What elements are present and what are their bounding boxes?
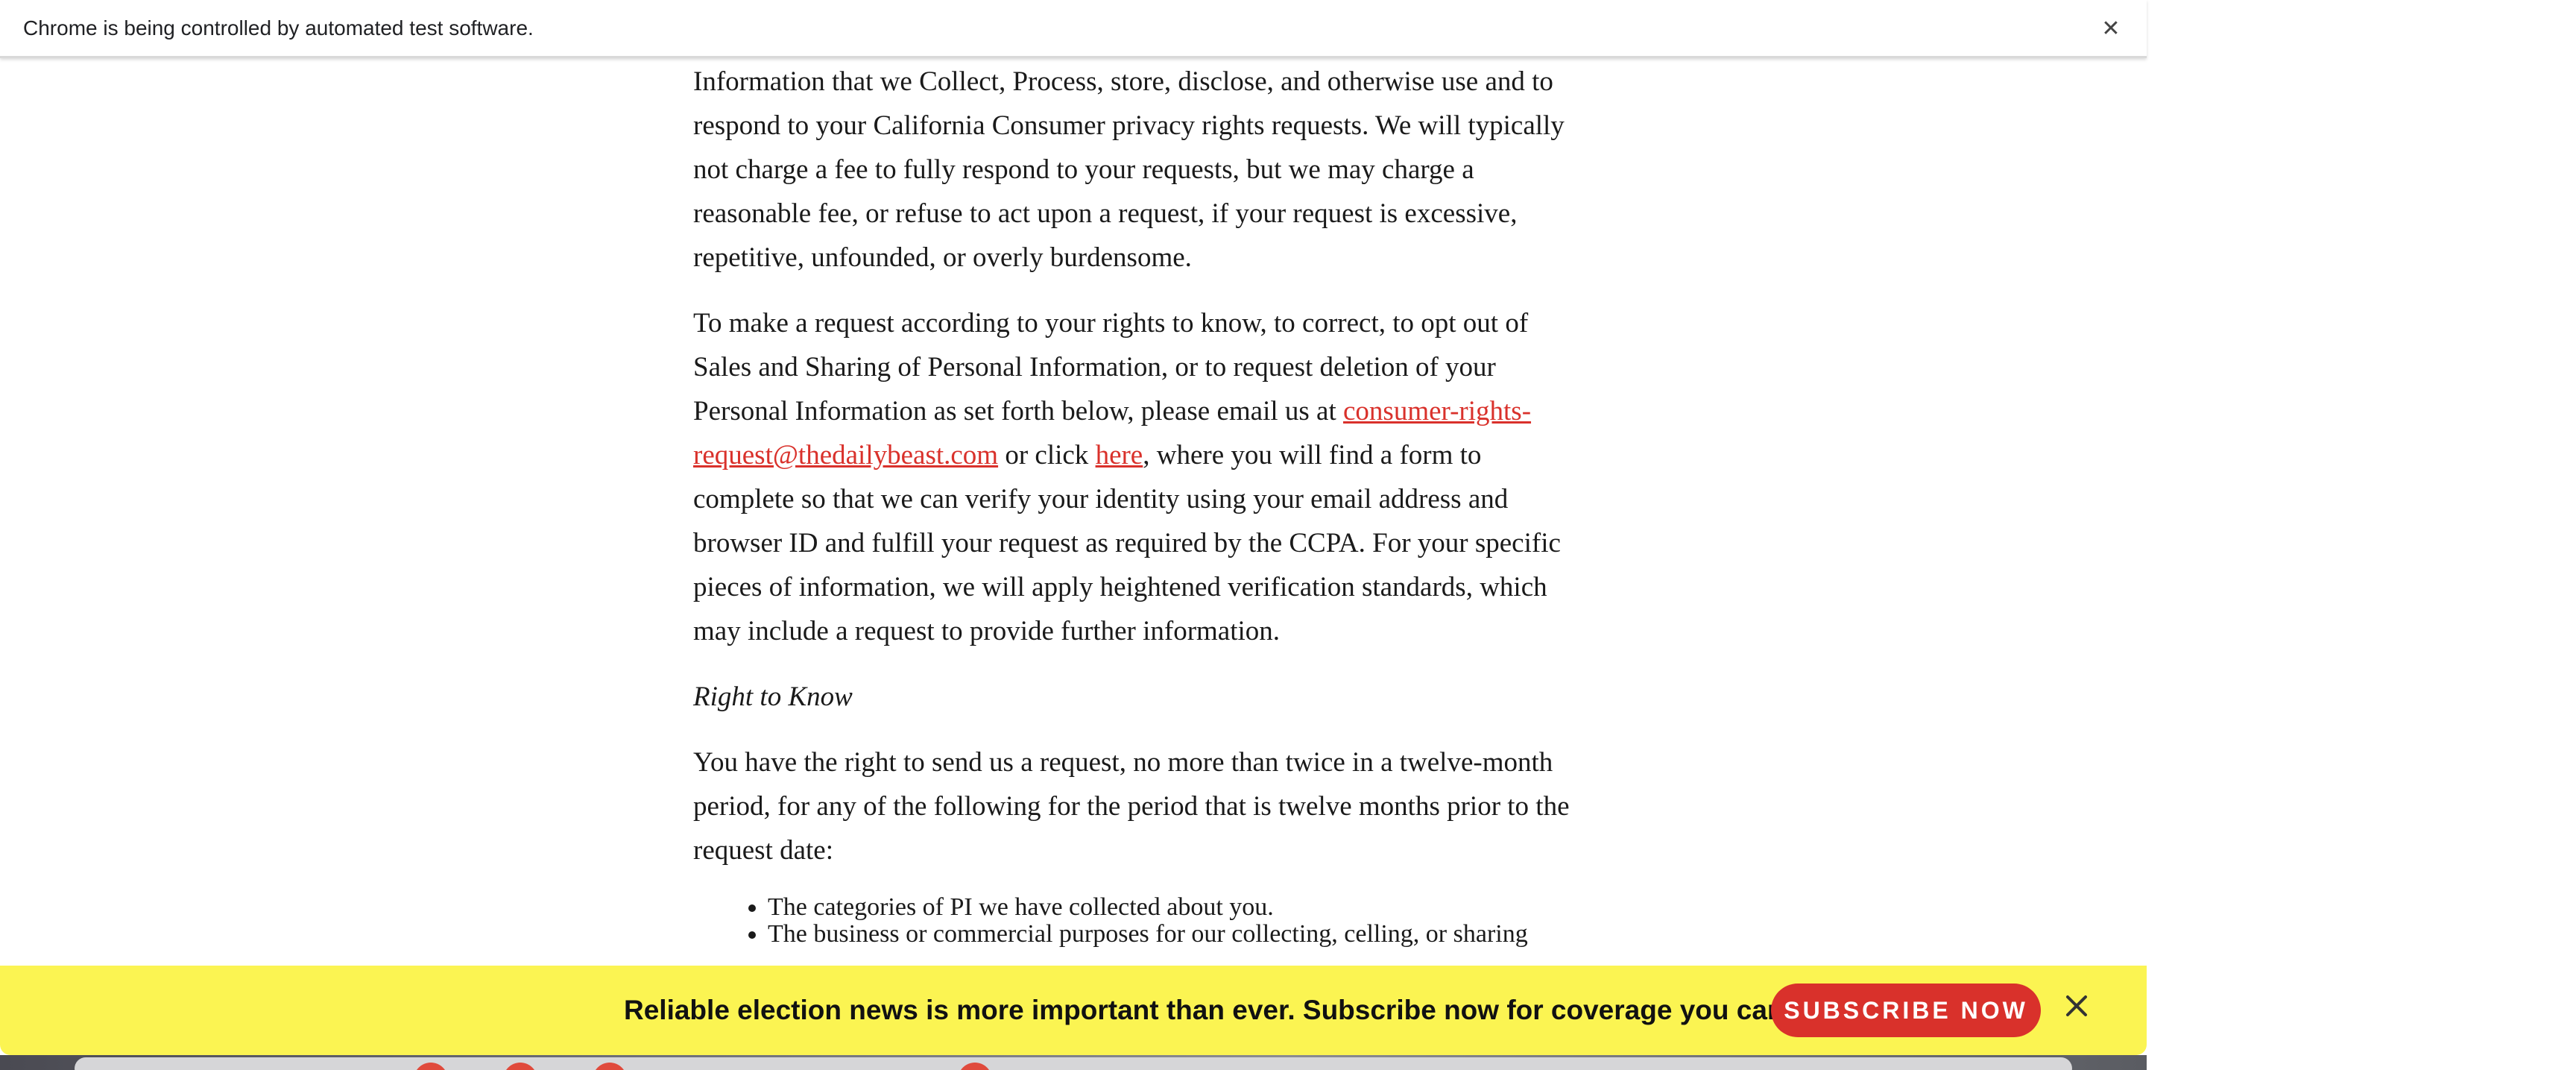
article-paragraph: You have the right to send us a request,… xyxy=(693,747,1570,866)
article-paragraph: To make a request according to your righ… xyxy=(693,301,1588,653)
banner-message: Reliable election news is more important… xyxy=(624,995,1916,1025)
infobar-message: Chrome is being controlled by automated … xyxy=(23,16,534,40)
close-icon[interactable]: ✕ xyxy=(2096,13,2126,43)
underlying-toolbar xyxy=(75,1057,2072,1070)
article-body: Information that we Collect, Process, st… xyxy=(693,60,1588,948)
paragraph-text: , where you will find a form to complete… xyxy=(693,440,1561,646)
subscribe-banner: Reliable election news is more important… xyxy=(0,966,2147,1055)
list-item: The categories of PI we have collected a… xyxy=(768,894,1588,921)
close-icon[interactable] xyxy=(2059,988,2094,1024)
subscribe-now-button[interactable]: SUBSCRIBE NOW xyxy=(1771,984,2041,1037)
rights-list: The categories of PI we have collected a… xyxy=(693,894,1588,948)
article-paragraph: Information that we Collect, Process, st… xyxy=(693,66,1565,273)
here-link[interactable]: here xyxy=(1096,440,1143,471)
section-subheading: Right to Know xyxy=(693,682,853,712)
automation-infobar: Chrome is being controlled by automated … xyxy=(0,0,2147,58)
list-item: The business or commercial purposes for … xyxy=(768,921,1588,948)
paragraph-text: or click xyxy=(998,440,1096,471)
